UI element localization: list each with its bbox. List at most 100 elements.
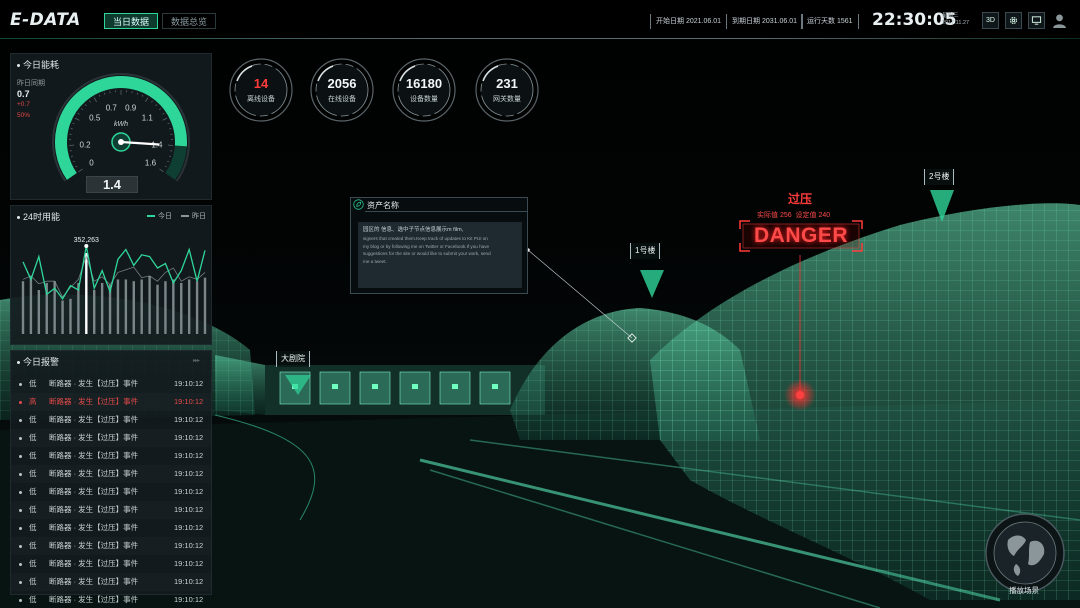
gauge-tick bbox=[155, 104, 158, 107]
alarm-time: 19:10:12 bbox=[174, 523, 204, 532]
energy-panel: 今日能耗 昨日同期 0.7 +0.7 50% 0 0.2 0.5 0.7 0.9 1.1 1… bbox=[10, 53, 212, 200]
gauge-tick bbox=[159, 108, 162, 111]
gauge-tick-label: 1.6 bbox=[145, 159, 157, 168]
hour-bar bbox=[61, 300, 64, 334]
alarm-row[interactable]: 低 断路器 · 发生【过压】事件 19:10:12 bbox=[11, 447, 211, 465]
hour-bar bbox=[164, 281, 167, 334]
tag-building-2[interactable]: 2号楼 bbox=[924, 169, 955, 185]
alarm-dot bbox=[19, 473, 22, 476]
danger-alert[interactable]: DANGER bbox=[740, 221, 862, 251]
gauge-tick-label: 0.7 bbox=[106, 103, 118, 112]
stat-ring[interactable]: 14 离线设备 bbox=[228, 57, 294, 123]
alarm-level: 低 bbox=[29, 559, 37, 568]
hour-bar bbox=[37, 290, 41, 334]
gauge-tick bbox=[167, 160, 170, 163]
alarm-dot bbox=[19, 527, 22, 530]
actual-value: 实际值 256 bbox=[757, 212, 792, 219]
stat-ring[interactable]: 231 网关数量 bbox=[474, 57, 540, 123]
gauge-tick-label: 1.1 bbox=[142, 113, 154, 122]
tab-today-data[interactable]: 当日数据 bbox=[104, 13, 159, 29]
hourly-chart: 352,263 bbox=[21, 237, 207, 334]
settings-button[interactable] bbox=[1005, 12, 1022, 29]
alarm-row[interactable]: 低 断路器 · 发生【过压】事件 19:10:12 bbox=[11, 501, 211, 519]
alarm-row[interactable]: 低 断路器 · 发生【过压】事件 19:10:12 bbox=[11, 519, 211, 537]
alarm-message: 断路器 · 发生【过压】事件 bbox=[49, 541, 139, 550]
app-logo: E-DATA bbox=[10, 10, 81, 30]
alarm-dot bbox=[19, 563, 22, 566]
alarm-row[interactable]: 低 断路器 · 发生【过压】事件 19:10:12 bbox=[11, 537, 211, 555]
hour-bar bbox=[124, 279, 128, 334]
alarm-row[interactable]: 高 断路器 · 发生【过压】事件 19:10:12 bbox=[11, 393, 211, 411]
setpoint-value: 设定值 240 bbox=[795, 212, 831, 219]
gauge-tick bbox=[98, 94, 101, 97]
alarm-row[interactable]: 低 断路器 · 发生【过压】事件 19:10:12 bbox=[11, 375, 211, 393]
alarm-time: 19:10:12 bbox=[174, 397, 204, 406]
stat-ring[interactable]: 2056 在线设备 bbox=[309, 57, 375, 123]
hour-bar bbox=[180, 282, 183, 334]
stat-value: 2056 bbox=[327, 76, 357, 91]
leaf-icon bbox=[353, 199, 364, 210]
stat-ring[interactable]: 16180 设备数量 bbox=[391, 57, 457, 123]
tab-data-overview[interactable]: 数据总览 bbox=[162, 13, 217, 29]
header-divider bbox=[0, 38, 1080, 39]
alarm-message: 断路器 · 发生【过压】事件 bbox=[49, 451, 139, 460]
hour-bar bbox=[148, 275, 151, 334]
alarm-message: 断路器 · 发生【过压】事件 bbox=[49, 523, 139, 532]
hour-bar bbox=[132, 281, 135, 334]
stat-value: 231 bbox=[496, 76, 518, 91]
gauge-tick bbox=[162, 117, 168, 121]
gear-icon bbox=[1009, 16, 1018, 25]
asset-divider bbox=[365, 211, 527, 212]
alarm-row[interactable]: 低 断路器 · 发生【过压】事件 19:10:12 bbox=[11, 411, 211, 429]
globe-icon[interactable] bbox=[984, 512, 1066, 594]
3d-view-button[interactable]: 3D bbox=[982, 12, 999, 29]
gauge-tick-label: 0 bbox=[89, 159, 94, 168]
weekday: 星期三 bbox=[942, 13, 959, 19]
screen-button[interactable] bbox=[1028, 12, 1045, 29]
stat-label: 在线设备 bbox=[328, 96, 356, 103]
gauge-tick bbox=[72, 122, 75, 125]
stat-label: 设备数量 bbox=[410, 96, 438, 103]
monitor-icon bbox=[1031, 16, 1042, 25]
alarm-time: 19:10:12 bbox=[174, 451, 204, 460]
alarm-panel: 今日报警 ▸▸▸ 低断路器 · 发生【过压】事件 19:10:12 高断路器 · 发… bbox=[10, 350, 212, 604]
alarm-row[interactable]: 低 断路器 · 发生【过压】事件 19:10:12 bbox=[11, 591, 211, 608]
alarm-more-arrows[interactable]: ▸▸▸ bbox=[193, 357, 200, 364]
asset-line-1: 园区的 信息、选中子节点信息展示m film, bbox=[363, 227, 464, 233]
run-days: 运行天数 1561 bbox=[801, 14, 859, 29]
gauge-tick bbox=[159, 168, 164, 173]
overvoltage-title: 过压 bbox=[788, 192, 813, 206]
alarm-dot bbox=[19, 599, 22, 602]
alarm-row[interactable]: 低 断路器 · 发生【过压】事件 19:10:12 bbox=[11, 555, 211, 573]
alarm-level: 低 bbox=[29, 433, 37, 442]
series-today-line bbox=[22, 245, 206, 300]
peak-label: 352,263 bbox=[74, 237, 99, 244]
user-avatar-icon[interactable] bbox=[1051, 12, 1068, 29]
alarm-row[interactable]: 低 断路器 · 发生【过压】事件 19:10:12 bbox=[11, 483, 211, 501]
gauge-unit: kWh bbox=[114, 121, 128, 128]
alarm-row[interactable]: 低 断路器 · 发生【过压】事件 19:10:12 bbox=[11, 573, 211, 591]
alarm-row[interactable]: 低 断路器 · 发生【过压】事件 19:10:12 bbox=[11, 429, 211, 447]
hour-bar bbox=[116, 279, 120, 334]
hour-bar bbox=[69, 298, 72, 334]
gauge-tick bbox=[141, 94, 144, 97]
alarm-row[interactable]: 低 断路器 · 发生【过压】事件 19:10:12 bbox=[11, 465, 211, 483]
gauge-tick bbox=[78, 168, 83, 173]
asset-info-card: 资产名称 园区的 信息、选中子节点信息展示m film, signers tha… bbox=[350, 197, 528, 294]
alarm-time: 19:10:12 bbox=[174, 559, 204, 568]
alarm-dot bbox=[19, 581, 22, 584]
gauge-tick bbox=[168, 155, 172, 157]
alarm-time: 19:10:12 bbox=[174, 577, 204, 586]
alarm-level: 高 bbox=[29, 397, 37, 406]
tag-building-1[interactable]: 1号楼 bbox=[630, 243, 661, 259]
stat-label: 离线设备 bbox=[247, 96, 275, 103]
hour-bar bbox=[203, 277, 207, 334]
hourly-energy-panel: 24时用能 今日 昨日 352,263 bbox=[10, 205, 212, 345]
gauge-tick bbox=[162, 112, 165, 115]
alarm-dot bbox=[19, 509, 22, 512]
gauge-tick bbox=[70, 155, 74, 157]
alarm-message: 断路器 · 发生【过压】事件 bbox=[49, 397, 139, 406]
tag-grand-theater[interactable]: 大剧院 bbox=[276, 351, 310, 367]
hour-bar bbox=[21, 281, 25, 334]
alarm-message: 断路器 · 发生【过压】事件 bbox=[49, 415, 139, 424]
